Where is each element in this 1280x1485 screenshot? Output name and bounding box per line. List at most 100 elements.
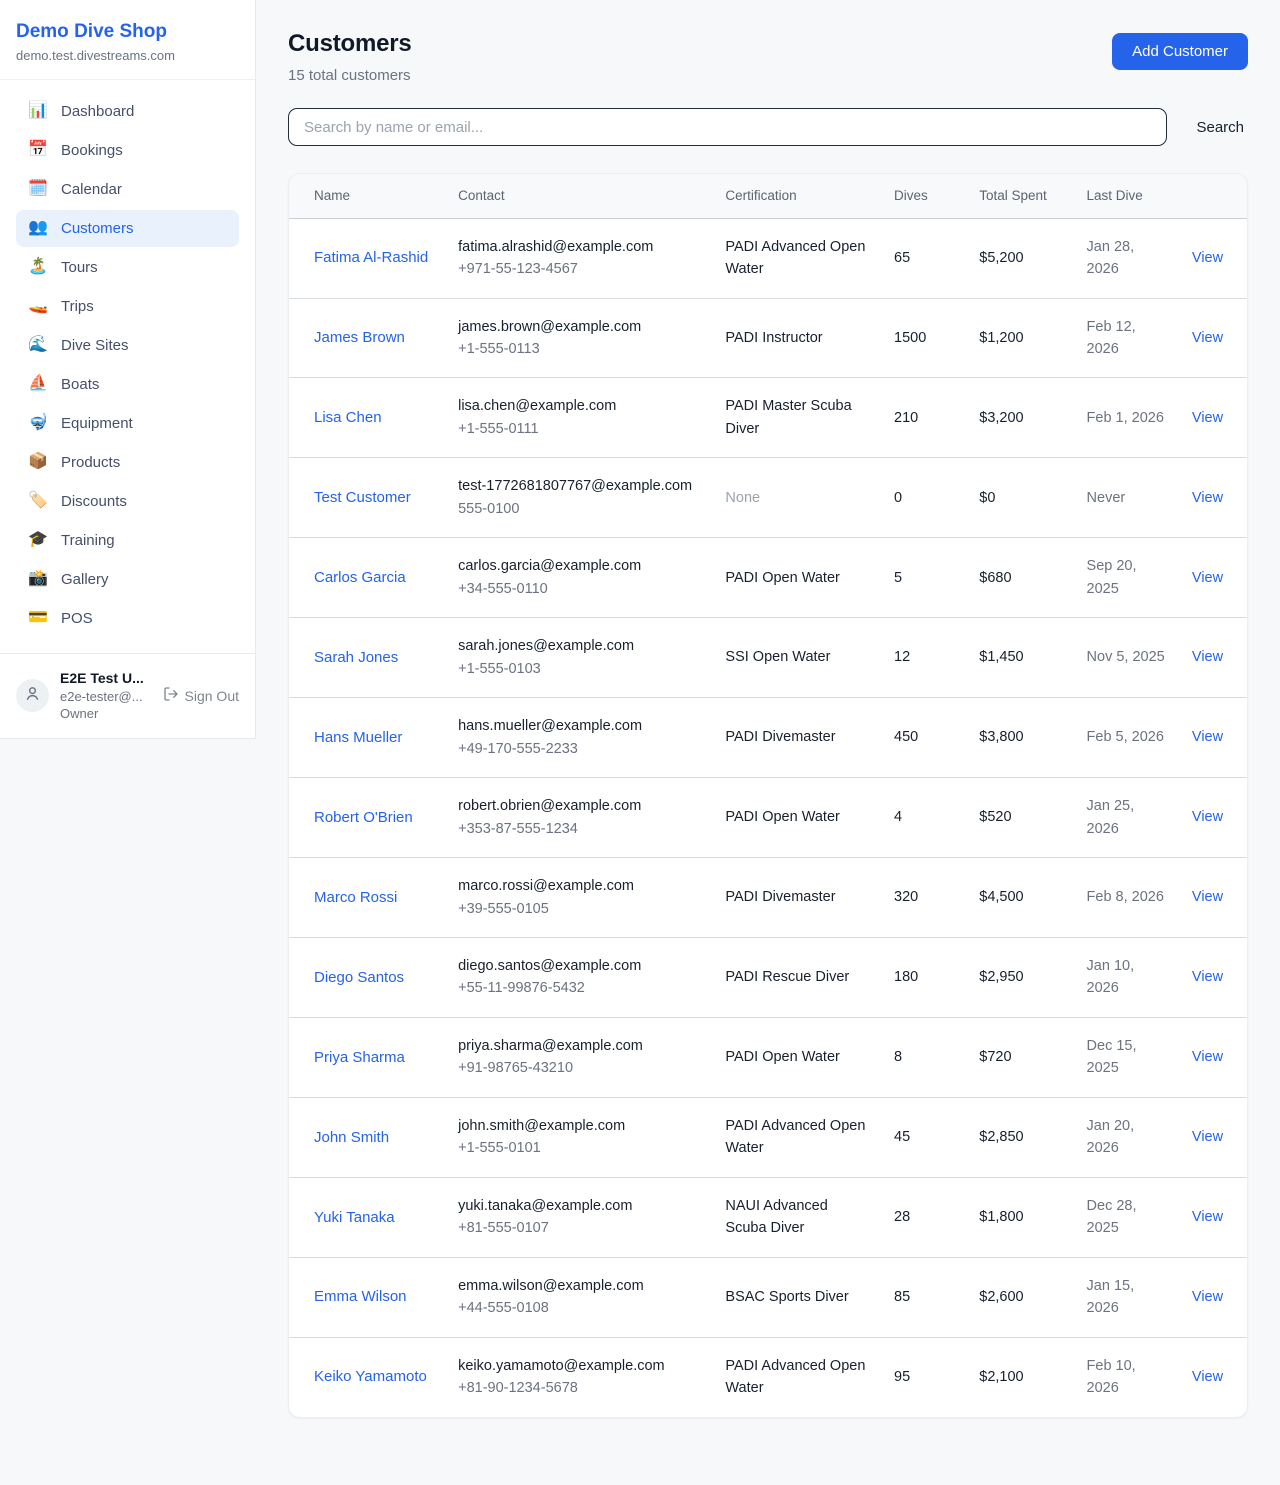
column-header-actions bbox=[1180, 174, 1247, 218]
view-link[interactable]: View bbox=[1192, 1369, 1223, 1385]
customer-phone: +39-555-0105 bbox=[458, 898, 701, 920]
customer-dives: 45 bbox=[882, 1097, 967, 1177]
customer-last-dive: Feb 12, 2026 bbox=[1075, 298, 1180, 378]
sidebar-item-training[interactable]: 🎓 Training bbox=[16, 522, 239, 559]
package-icon: 📦 bbox=[28, 454, 48, 470]
customer-name-link[interactable]: Diego Santos bbox=[314, 969, 404, 986]
view-link[interactable]: View bbox=[1192, 649, 1223, 665]
sidebar-item-tours[interactable]: 🏝️ Tours bbox=[16, 249, 239, 286]
customer-contact: james.brown@example.com +1-555-0113 bbox=[446, 298, 713, 378]
view-link[interactable]: View bbox=[1192, 1209, 1223, 1225]
table-row: Diego Santos diego.santos@example.com +5… bbox=[289, 938, 1247, 1018]
column-header-last-dive: Last Dive bbox=[1075, 174, 1180, 218]
view-link[interactable]: View bbox=[1192, 889, 1223, 905]
customer-total-spent: $3,200 bbox=[967, 378, 1074, 458]
customer-certification: PADI Rescue Diver bbox=[713, 938, 882, 1018]
customer-total-spent: $1,800 bbox=[967, 1177, 1074, 1257]
spiral-calendar-icon: 🗓️ bbox=[28, 181, 48, 197]
view-link[interactable]: View bbox=[1192, 1129, 1223, 1145]
add-customer-button[interactable]: Add Customer bbox=[1112, 33, 1248, 70]
customer-certification: PADI Advanced Open Water bbox=[713, 1097, 882, 1177]
view-link[interactable]: View bbox=[1192, 729, 1223, 745]
sidebar-item-bookings[interactable]: 📅 Bookings bbox=[16, 132, 239, 169]
customer-last-dive: Jan 15, 2026 bbox=[1075, 1257, 1180, 1337]
view-link[interactable]: View bbox=[1192, 250, 1223, 266]
sidebar-item-dive-sites[interactable]: 🌊 Dive Sites bbox=[16, 327, 239, 364]
user-name: E2E Test U... bbox=[60, 669, 152, 688]
customer-phone: +1-555-0101 bbox=[458, 1137, 701, 1159]
sidebar-item-dashboard[interactable]: 📊 Dashboard bbox=[16, 93, 239, 130]
customer-phone: +971-55-123-4567 bbox=[458, 258, 701, 280]
customer-email: marco.rossi@example.com bbox=[458, 875, 701, 897]
customer-total-spent: $0 bbox=[967, 458, 1074, 538]
table-row: Keiko Yamamoto keiko.yamamoto@example.co… bbox=[289, 1337, 1247, 1416]
customers-table: NameContactCertificationDivesTotal Spent… bbox=[289, 174, 1247, 1417]
customer-name-link[interactable]: Carlos Garcia bbox=[314, 569, 406, 586]
customer-name-link[interactable]: James Brown bbox=[314, 329, 405, 346]
customer-name-link[interactable]: Test Customer bbox=[314, 489, 411, 506]
sidebar-item-products[interactable]: 📦 Products bbox=[16, 444, 239, 481]
customer-contact: keiko.yamamoto@example.com +81-90-1234-5… bbox=[446, 1337, 713, 1416]
search-button[interactable]: Search bbox=[1192, 119, 1248, 136]
customer-name-link[interactable]: Keiko Yamamoto bbox=[314, 1368, 427, 1385]
customer-contact: yuki.tanaka@example.com +81-555-0107 bbox=[446, 1177, 713, 1257]
customer-email: test-1772681807767@example.com bbox=[458, 475, 701, 497]
customer-certification: PADI Open Water bbox=[713, 778, 882, 858]
customers-table-card: NameContactCertificationDivesTotal Spent… bbox=[288, 173, 1248, 1418]
customer-name-link[interactable]: Fatima Al-Rashid bbox=[314, 249, 428, 266]
sidebar-item-customers[interactable]: 👥 Customers bbox=[16, 210, 239, 247]
column-header-name: Name bbox=[289, 174, 446, 218]
customer-name-link[interactable]: Sarah Jones bbox=[314, 649, 398, 666]
customer-last-dive: Jan 20, 2026 bbox=[1075, 1097, 1180, 1177]
customer-dives: 450 bbox=[882, 698, 967, 778]
user-role: Owner bbox=[60, 705, 152, 723]
customer-name-link[interactable]: Robert O'Brien bbox=[314, 809, 413, 826]
customer-name-link[interactable]: Priya Sharma bbox=[314, 1049, 405, 1066]
sidebar-item-discounts[interactable]: 🏷️ Discounts bbox=[16, 483, 239, 520]
customer-name-link[interactable]: Emma Wilson bbox=[314, 1288, 407, 1305]
sidebar-item-boats[interactable]: ⛵ Boats bbox=[16, 366, 239, 403]
view-link[interactable]: View bbox=[1192, 410, 1223, 426]
customer-total-spent: $4,500 bbox=[967, 858, 1074, 938]
customer-contact: test-1772681807767@example.com 555-0100 bbox=[446, 458, 713, 538]
customer-last-dive: Jan 28, 2026 bbox=[1075, 218, 1180, 298]
sidebar-item-label: Calendar bbox=[61, 181, 122, 198]
sign-out-button[interactable]: Sign Out bbox=[163, 686, 239, 705]
customer-name-link[interactable]: John Smith bbox=[314, 1129, 389, 1146]
customer-name-link[interactable]: Marco Rossi bbox=[314, 889, 397, 906]
sidebar-item-trips[interactable]: 🚤 Trips bbox=[16, 288, 239, 325]
customer-phone: +91-98765-43210 bbox=[458, 1057, 701, 1079]
sidebar-item-calendar[interactable]: 🗓️ Calendar bbox=[16, 171, 239, 208]
sidebar: Demo Dive Shop demo.test.divestreams.com… bbox=[0, 0, 256, 739]
customer-certification: PADI Open Water bbox=[713, 1017, 882, 1097]
view-link[interactable]: View bbox=[1192, 490, 1223, 506]
sidebar-item-label: Training bbox=[61, 532, 115, 549]
view-link[interactable]: View bbox=[1192, 1049, 1223, 1065]
view-link[interactable]: View bbox=[1192, 570, 1223, 586]
shop-title[interactable]: Demo Dive Shop bbox=[16, 20, 239, 44]
customer-certification: PADI Master Scuba Diver bbox=[713, 378, 882, 458]
search-input[interactable] bbox=[288, 108, 1167, 146]
customer-name-link[interactable]: Lisa Chen bbox=[314, 409, 382, 426]
customer-dives: 180 bbox=[882, 938, 967, 1018]
view-link[interactable]: View bbox=[1192, 1289, 1223, 1305]
sign-out-icon bbox=[163, 686, 179, 705]
desert-island-icon: 🏝️ bbox=[28, 259, 48, 275]
customer-phone: +49-170-555-2233 bbox=[458, 738, 701, 760]
sidebar-item-label: Discounts bbox=[61, 493, 127, 510]
customer-certification: BSAC Sports Diver bbox=[713, 1257, 882, 1337]
wave-icon: 🌊 bbox=[28, 337, 48, 353]
view-link[interactable]: View bbox=[1192, 330, 1223, 346]
sidebar-item-gallery[interactable]: 📸 Gallery bbox=[16, 561, 239, 598]
view-link[interactable]: View bbox=[1192, 969, 1223, 985]
view-link[interactable]: View bbox=[1192, 809, 1223, 825]
sidebar-item-label: Customers bbox=[61, 220, 134, 237]
customer-total-spent: $1,200 bbox=[967, 298, 1074, 378]
customer-total-spent: $1,450 bbox=[967, 618, 1074, 698]
sidebar-item-pos[interactable]: 💳 POS bbox=[16, 600, 239, 637]
customer-name-link[interactable]: Yuki Tanaka bbox=[314, 1209, 395, 1226]
customer-dives: 0 bbox=[882, 458, 967, 538]
customer-name-link[interactable]: Hans Mueller bbox=[314, 729, 402, 746]
sidebar-item-label: Trips bbox=[61, 298, 94, 315]
sidebar-item-equipment[interactable]: 🤿 Equipment bbox=[16, 405, 239, 442]
